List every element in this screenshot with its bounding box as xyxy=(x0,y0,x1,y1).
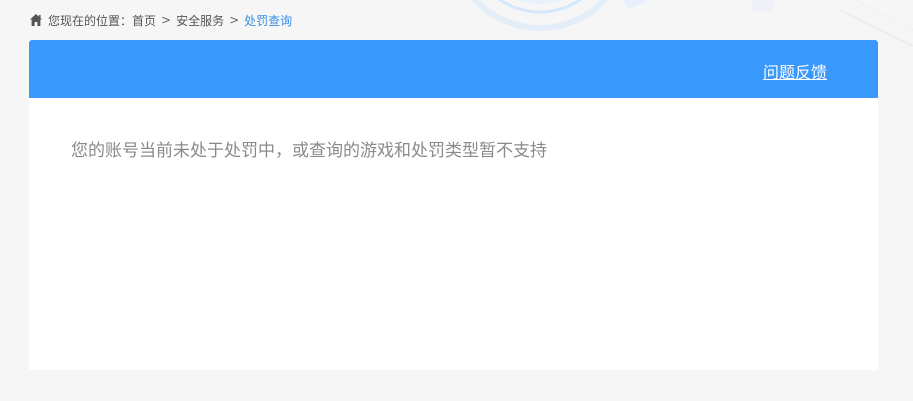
breadcrumb-separator: > xyxy=(161,13,172,27)
breadcrumb: 您现在的位置： 首页 > 安全服务 > 处罚查询 xyxy=(29,11,292,29)
feedback-link[interactable]: 问题反馈 xyxy=(763,59,827,83)
breadcrumb-item-home[interactable]: 首页 xyxy=(132,12,156,29)
panel-header: 问题反馈 xyxy=(29,40,878,98)
breadcrumb-item-security-service[interactable]: 安全服务 xyxy=(176,12,224,29)
breadcrumb-prefix: 您现在的位置： xyxy=(48,13,133,28)
breadcrumb-separator: > xyxy=(229,13,240,27)
breadcrumb-item-penalty-query: 处罚查询 xyxy=(244,13,293,28)
home-icon xyxy=(29,13,43,27)
status-message: 您的账号当前未处于处罚中，或查询的游戏和处罚类型暂不支持 xyxy=(71,141,547,161)
content-panel: 问题反馈 您的账号当前未处于处罚中，或查询的游戏和处罚类型暂不支持 xyxy=(29,40,878,370)
